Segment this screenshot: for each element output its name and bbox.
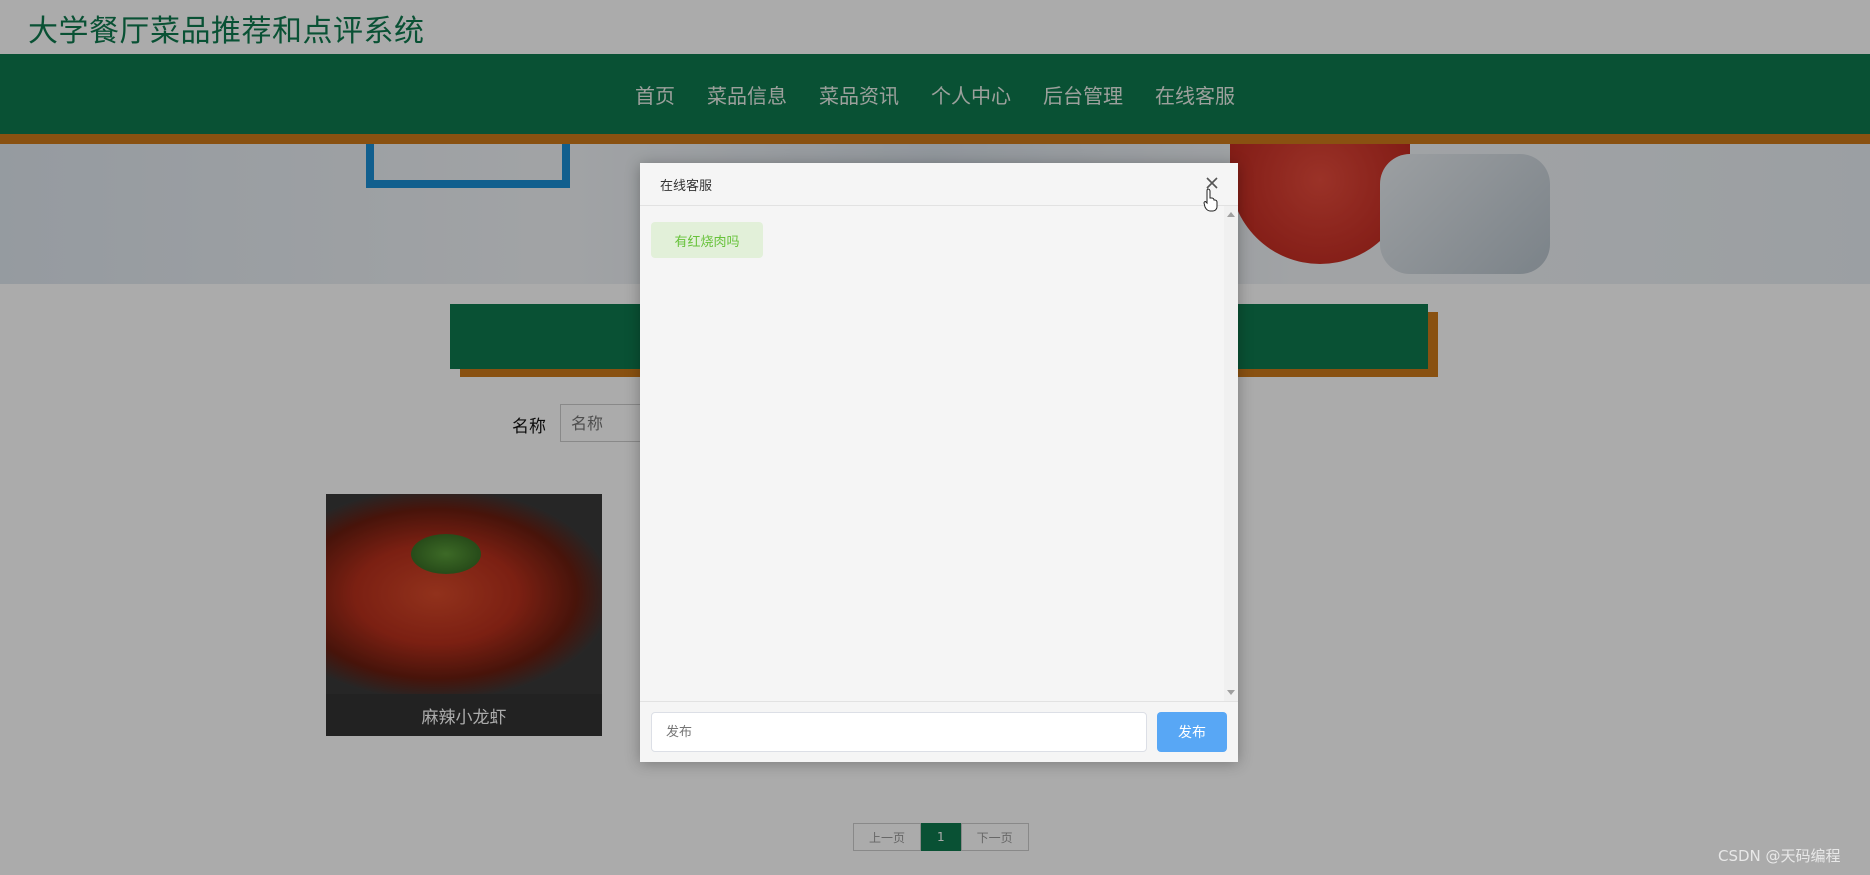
dialog-footer: 发布 xyxy=(640,701,1238,762)
dialog-header: 在线客服 xyxy=(640,163,1238,206)
message-input[interactable] xyxy=(651,712,1147,752)
scroll-down-arrow-icon[interactable] xyxy=(1227,690,1235,695)
chat-message: 有红烧肉吗 xyxy=(651,222,763,258)
support-chat-dialog: 在线客服 有红烧肉吗 发布 xyxy=(640,163,1238,762)
chat-message-area[interactable]: 有红烧肉吗 xyxy=(640,206,1222,701)
chat-scrollbar[interactable] xyxy=(1224,206,1238,701)
scroll-up-arrow-icon[interactable] xyxy=(1227,212,1235,217)
hand-pointer-cursor-icon xyxy=(1203,188,1219,212)
dialog-title: 在线客服 xyxy=(660,179,713,194)
send-button[interactable]: 发布 xyxy=(1157,712,1227,752)
watermark: CSDN @天码编程 xyxy=(1718,847,1841,865)
